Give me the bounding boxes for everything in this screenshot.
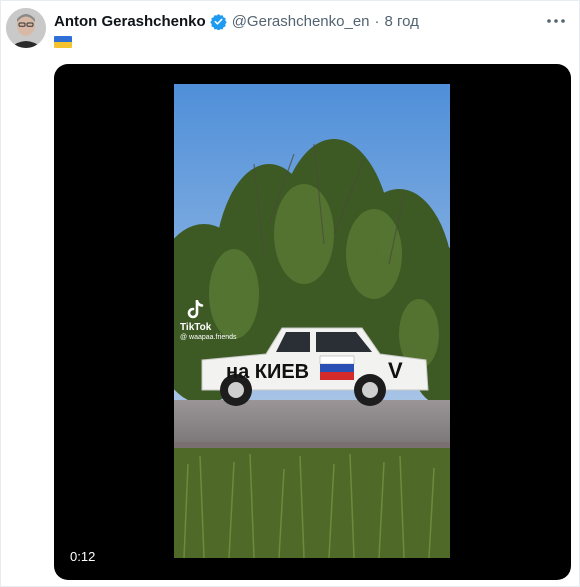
video-player[interactable]: на КИЕВ V TikTok @ waapaa.friends 0:12 [54, 64, 571, 580]
author-name[interactable]: Anton Gerashchenko [54, 13, 206, 30]
tiktok-brand: TikTok [180, 322, 212, 333]
tiktok-username: @ waapaa.friends [180, 334, 237, 341]
video-duration: 0:12 [64, 547, 102, 566]
tweet-time[interactable]: 8 год [385, 13, 419, 30]
author-avatar[interactable] [6, 8, 46, 48]
car-graffiti-letter: V [388, 358, 403, 383]
more-options-button[interactable] [546, 12, 566, 30]
verified-badge-icon [209, 13, 227, 30]
author-handle[interactable]: @Gerashchenko_en [232, 13, 370, 30]
car-graffiti-text: на КИЕВ [226, 361, 309, 383]
ukraine-flag-icon [54, 36, 72, 48]
tweet-header: Anton Gerashchenko @Gerashchenko_en · 8 … [54, 10, 540, 32]
separator-dot: · [374, 12, 380, 30]
more-horizontal-icon [547, 19, 565, 23]
tiktok-icon [187, 300, 204, 319]
tiktok-watermark: TikTok @ waapaa.friends [178, 300, 248, 341]
video-frame: на КИЕВ V TikTok @ waapaa.friends [174, 84, 450, 558]
avatar-portrait [6, 8, 46, 48]
